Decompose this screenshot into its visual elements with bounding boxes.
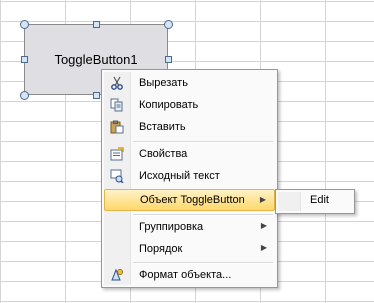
empty-icon-slot bbox=[104, 216, 130, 238]
paste-icon bbox=[104, 116, 130, 138]
menu-item-label: Вставить bbox=[139, 121, 186, 133]
menu-item-label: Группировка bbox=[139, 221, 204, 233]
menu-item-order[interactable]: Порядок ▶ bbox=[104, 238, 275, 260]
resize-handle-bottom-middle[interactable] bbox=[93, 92, 100, 99]
menu-item-cut[interactable]: Вырезать bbox=[104, 72, 275, 94]
empty-icon-slot bbox=[105, 189, 131, 211]
resize-handle-middle-right[interactable] bbox=[165, 56, 172, 63]
menu-item-properties[interactable]: Свойства bbox=[104, 143, 275, 165]
format-object-icon bbox=[104, 264, 130, 286]
menu-item-label: Вырезать bbox=[139, 77, 188, 89]
menu-item-view-code[interactable]: Исходный текст bbox=[104, 165, 275, 187]
view-code-icon bbox=[104, 165, 130, 187]
menu-item-format-object[interactable]: Формат объекта... bbox=[104, 264, 275, 286]
submenu-icon-column bbox=[278, 192, 301, 211]
resize-handle-middle-left[interactable] bbox=[21, 56, 28, 63]
submenu-arrow-icon: ▶ bbox=[259, 195, 266, 204]
toggle-button-caption: ToggleButton1 bbox=[54, 52, 138, 67]
context-menu: Вырезать Копировать Вставить Свойства Ис… bbox=[101, 69, 278, 288]
submenu-arrow-icon: ▶ bbox=[260, 221, 267, 230]
menu-item-label: Объект ToggleButton bbox=[140, 194, 245, 206]
properties-icon bbox=[104, 143, 130, 165]
submenu-arrow-icon: ▶ bbox=[260, 243, 267, 252]
menu-item-label: Копировать bbox=[139, 99, 199, 111]
menu-item-label: Исходный текст bbox=[139, 170, 220, 182]
scissors-icon bbox=[104, 72, 130, 94]
resize-handle-top-left[interactable] bbox=[20, 20, 29, 29]
menu-item-label: Порядок bbox=[139, 243, 183, 255]
menu-item-label: Формат объекта... bbox=[139, 269, 232, 281]
empty-icon-slot bbox=[104, 238, 130, 260]
menu-item-label: Свойства bbox=[139, 148, 188, 160]
menu-item-togglebutton-object[interactable]: Объект ToggleButton ▶ bbox=[104, 189, 275, 211]
menu-item-paste[interactable]: Вставить bbox=[104, 116, 275, 138]
menu-item-copy[interactable]: Копировать bbox=[104, 94, 275, 116]
resize-handle-top-middle[interactable] bbox=[93, 21, 100, 28]
menu-item-grouping[interactable]: Группировка ▶ bbox=[104, 216, 275, 238]
submenu-item-edit[interactable]: Edit bbox=[310, 194, 329, 206]
copy-icon bbox=[104, 94, 130, 116]
resize-handle-bottom-left[interactable] bbox=[20, 91, 29, 100]
submenu: Edit bbox=[275, 189, 355, 214]
resize-handle-top-right[interactable] bbox=[164, 20, 173, 29]
